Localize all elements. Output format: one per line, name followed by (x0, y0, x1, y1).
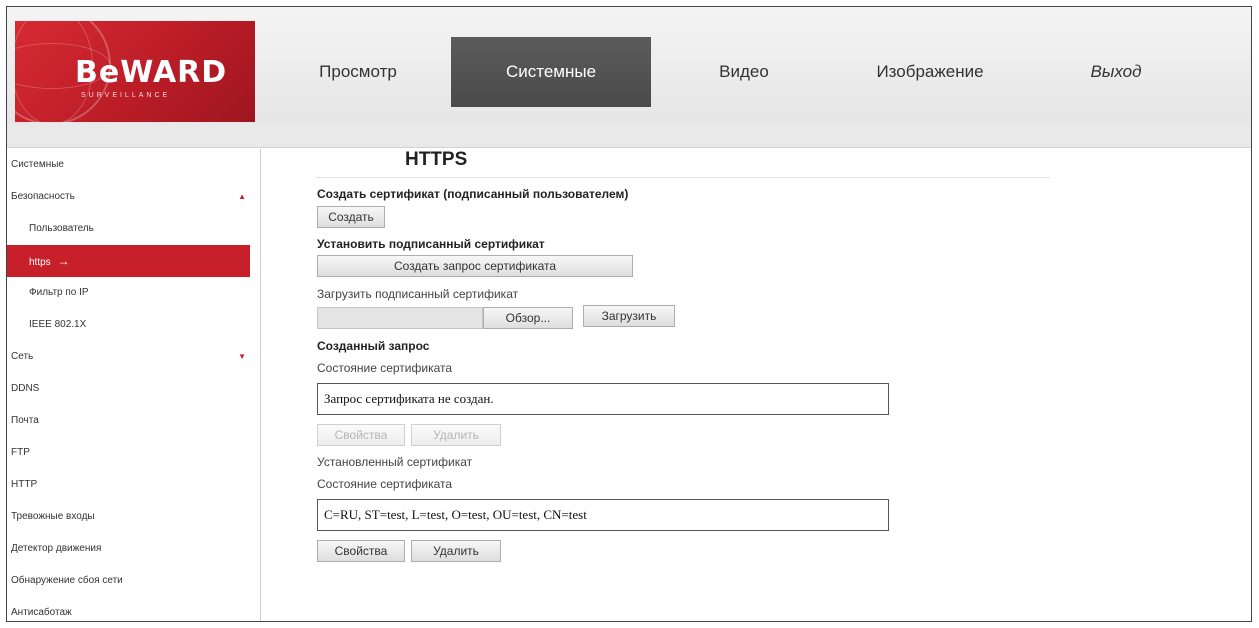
sidebar-item-motion-detector[interactable]: Детектор движения (7, 533, 260, 565)
beward-logo[interactable]: BeWARD SURVEILLANCE (15, 21, 255, 122)
sidebar-item-label: Почта (11, 415, 39, 426)
sidebar-item-label: https (29, 257, 51, 268)
browse-button[interactable]: Обзор... (483, 307, 573, 329)
sidebar-item-label: Системные (11, 159, 64, 170)
installed-status-field: C=RU, ST=test, L=test, O=test, OU=test, … (317, 499, 889, 531)
nav-video[interactable]: Видео (651, 37, 837, 107)
sidebar-item-label: Фильтр по IP (29, 287, 89, 298)
file-path-field[interactable] (317, 307, 483, 329)
cert-status-label-installed: Состояние сертификата (317, 477, 453, 491)
sidebar-item-label: DDNS (11, 383, 40, 394)
nav-exit[interactable]: Выход (1023, 37, 1209, 107)
delete-button[interactable]: Удалить (411, 540, 501, 562)
nav-system[interactable]: Системные (451, 37, 651, 107)
installed-cert-label: Установленный сертификат (317, 455, 473, 469)
title-divider (315, 177, 1050, 178)
sidebar-item-anti-sabotage[interactable]: Антисаботаж (7, 597, 260, 621)
sidebar-item-user[interactable]: Пользователь (7, 213, 260, 245)
sidebar-item-label: Сеть (11, 351, 34, 362)
create-cert-label: Создать сертификат (подписанный пользова… (317, 187, 629, 201)
main-content: HTTPS Создать сертификат (подписанный по… (307, 149, 1207, 619)
sidebar-item-label: Тревожные входы (11, 511, 95, 522)
delete-button-disabled[interactable]: Удалить (411, 424, 501, 446)
sidebar-item-alarm-inputs[interactable]: Тревожные входы (7, 501, 260, 533)
logo-subtext: SURVEILLANCE (81, 92, 171, 99)
collapse-up-icon[interactable]: ▲ (238, 181, 246, 213)
request-status-field: Запрос сертификата не создан. (317, 383, 889, 415)
sidebar-item-label: FTP (11, 447, 30, 458)
sidebar-item-label: Пользователь (29, 223, 94, 234)
create-request-button[interactable]: Создать запрос сертификата (317, 255, 633, 277)
sidebar-item-label: Обнаружение сбоя сети (11, 575, 123, 586)
sidebar-item-label: IEEE 802.1X (29, 319, 87, 330)
browser-frame: BeWARD SURVEILLANCE Просмотр Системные В… (6, 6, 1252, 622)
sidebar-item-ftp[interactable]: FTP (7, 437, 260, 469)
properties-button[interactable]: Свойства (317, 540, 405, 562)
arrow-right-icon: → (57, 254, 70, 268)
header: BeWARD SURVEILLANCE Просмотр Системные В… (7, 7, 1251, 123)
sidebar-item-https[interactable]: https → (7, 245, 250, 277)
top-nav: Просмотр Системные Видео Изображение Вых… (265, 37, 1209, 107)
sidebar-item-ieee[interactable]: IEEE 802.1X (7, 309, 260, 341)
sidebar-item-label: HTTP (11, 479, 38, 490)
sidebar-item-label: Антисаботаж (11, 607, 72, 618)
sidebar: Системные Безопасность ▲ Пользователь ht… (7, 149, 261, 621)
sidebar-item-label: Безопасность (11, 191, 75, 202)
sidebar-item-ddns[interactable]: DDNS (7, 373, 260, 405)
upload-signed-label: Загрузить подписанный сертификат (317, 287, 519, 301)
page-title: HTTPS (405, 149, 468, 170)
sidebar-item-mail[interactable]: Почта (7, 405, 260, 437)
sidebar-item-http[interactable]: HTTP (7, 469, 260, 501)
nav-image[interactable]: Изображение (837, 37, 1023, 107)
install-signed-label: Установить подписанный сертификат (317, 237, 545, 251)
logo-text: BeWARD (75, 55, 228, 90)
properties-button-disabled[interactable]: Свойства (317, 424, 405, 446)
header-strip (7, 123, 1251, 148)
created-request-label: Созданный запрос (317, 339, 430, 353)
nav-view[interactable]: Просмотр (265, 37, 451, 107)
expand-down-icon[interactable]: ▼ (238, 341, 246, 373)
cert-status-label: Состояние сертификата (317, 361, 453, 375)
create-button[interactable]: Создать (317, 206, 385, 228)
sidebar-item-system[interactable]: Системные (7, 149, 260, 181)
sidebar-item-ip-filter[interactable]: Фильтр по IP (7, 277, 260, 309)
sidebar-item-network[interactable]: Сеть ▼ (7, 341, 260, 373)
upload-button[interactable]: Загрузить (583, 305, 675, 327)
sidebar-item-network-failure[interactable]: Обнаружение сбоя сети (7, 565, 260, 597)
sidebar-item-label: Детектор движения (11, 543, 102, 554)
sidebar-item-security[interactable]: Безопасность ▲ (7, 181, 260, 213)
